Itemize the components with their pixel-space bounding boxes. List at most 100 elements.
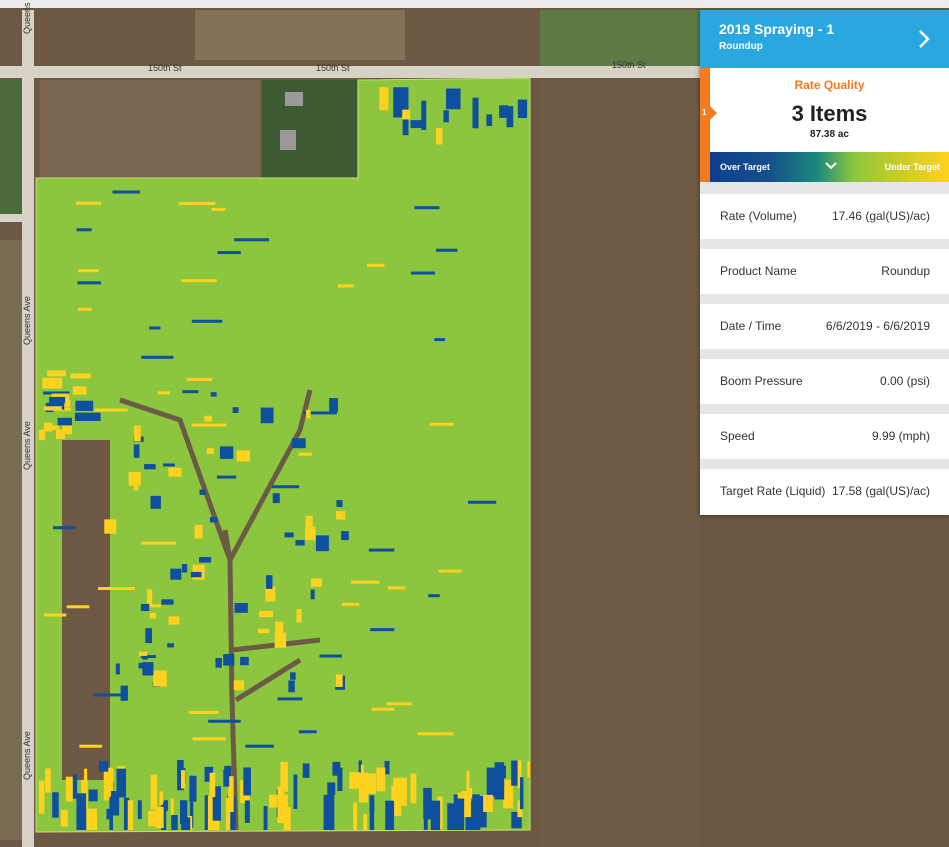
rate-patch	[75, 400, 94, 411]
chevron-right-icon[interactable]	[915, 28, 933, 50]
attribute-value: 17.46 (gal(US)/ac)	[831, 209, 930, 223]
rate-patch	[379, 87, 389, 111]
rate-patch	[194, 524, 203, 539]
rate-patch	[277, 786, 285, 824]
rate-patch	[150, 495, 161, 509]
rate-patch	[319, 654, 342, 658]
attribute-label: Rate (Volume)	[720, 209, 797, 223]
neighbor-field	[195, 10, 405, 60]
rate-patch	[402, 109, 411, 120]
rate-quality-card[interactable]: 1 Rate Quality 3 Items 87.38 ac Over Tar…	[700, 68, 949, 184]
rate-patch	[51, 425, 60, 430]
rate-patch	[291, 438, 306, 449]
rate-patch	[163, 463, 175, 467]
rate-patch	[363, 814, 368, 830]
attribute-value: 17.58 (gal(US)/ac)	[831, 484, 930, 498]
rate-patch	[411, 271, 435, 275]
rate-patch	[234, 238, 270, 242]
rate-patch	[86, 808, 97, 830]
rate-patch	[245, 744, 274, 748]
layer-subtitle: Roundup	[719, 41, 763, 52]
rate-patch	[335, 674, 343, 687]
rate-patch	[311, 578, 322, 587]
rate-patch	[290, 672, 296, 680]
attribute-value: 0.00 (psi)	[879, 374, 930, 388]
rate-patch	[43, 382, 60, 388]
rate-patch	[443, 110, 449, 123]
active-tab-marker	[700, 68, 710, 182]
rate-patch	[233, 680, 245, 691]
chevron-down-icon[interactable]	[824, 161, 838, 171]
rate-patch	[76, 793, 87, 830]
rate-patch	[133, 484, 139, 491]
road-label: 150th St	[148, 63, 182, 73]
rate-patch	[387, 586, 406, 590]
rate-patch	[79, 744, 103, 748]
rate-patch	[332, 761, 341, 776]
rate-patch	[293, 774, 298, 809]
rate-patch	[192, 737, 226, 741]
rate-patch	[155, 806, 164, 829]
rate-patch	[159, 791, 164, 805]
rate-patch	[98, 587, 135, 591]
rate-patch	[494, 762, 505, 800]
rate-patch	[209, 772, 216, 798]
rate-patch	[142, 662, 154, 676]
rate-patch	[52, 526, 76, 530]
rate-patch	[517, 99, 528, 119]
road-label: 150th St	[316, 63, 350, 73]
rate-patch	[98, 760, 109, 772]
rate-patch	[147, 589, 153, 605]
road-label: Queens	[22, 2, 32, 34]
rate-patch	[384, 760, 390, 775]
layer-header[interactable]: 2019 Spraying - 1 Roundup	[700, 10, 949, 68]
rate-patch	[199, 556, 212, 563]
rate-patch	[104, 519, 117, 534]
rate-patch	[305, 526, 316, 541]
rate-patch	[74, 412, 101, 421]
rate-patch	[329, 398, 338, 412]
rate-legend-bar[interactable]: Over Target Under Target	[710, 152, 949, 182]
rate-patch	[336, 511, 346, 520]
rate-patch	[153, 670, 167, 687]
rate-patch	[60, 809, 68, 827]
rate-patch	[141, 541, 176, 545]
rate-patch	[234, 603, 248, 613]
road-label: Queens Ave	[22, 731, 32, 780]
rate-patch	[277, 697, 303, 701]
rate-patch	[353, 802, 358, 830]
rate-patch	[295, 539, 305, 546]
rate-patch	[323, 794, 335, 830]
rate-patch	[336, 500, 343, 508]
rate-patch	[232, 407, 239, 413]
rate-patch	[223, 769, 230, 787]
rate-patch	[186, 377, 213, 381]
rate-patch	[527, 760, 531, 778]
rate-patch	[178, 202, 216, 206]
rate-patch	[243, 767, 251, 796]
rate-patch	[199, 489, 206, 495]
rate-patch	[376, 767, 386, 792]
rate-patch	[260, 407, 274, 424]
layer-details-panel: 2019 Spraying - 1 Roundup 1 Rate Quality…	[700, 10, 949, 515]
rate-patch	[188, 710, 219, 714]
rate-patch	[305, 409, 311, 419]
rate-patch	[52, 792, 59, 818]
attribute-row: Boom Pressure 0.00 (psi)	[700, 359, 949, 414]
driveway	[0, 214, 34, 222]
rate-patch	[170, 798, 174, 815]
attribute-value: Roundup	[881, 264, 930, 278]
road-label: Queens Ave	[22, 421, 32, 470]
rate-patch	[263, 806, 268, 830]
rate-patch	[219, 446, 234, 459]
rate-patch	[75, 201, 102, 205]
rate-patch	[259, 610, 273, 618]
rate-patch	[204, 795, 208, 830]
items-count: 3 Items	[791, 101, 868, 126]
rate-patch	[168, 616, 180, 625]
coverage-area[interactable]	[35, 77, 531, 833]
rate-patch	[211, 207, 226, 211]
rate-patch	[149, 612, 156, 619]
rate-patch	[298, 452, 312, 456]
farmstead	[262, 80, 357, 180]
